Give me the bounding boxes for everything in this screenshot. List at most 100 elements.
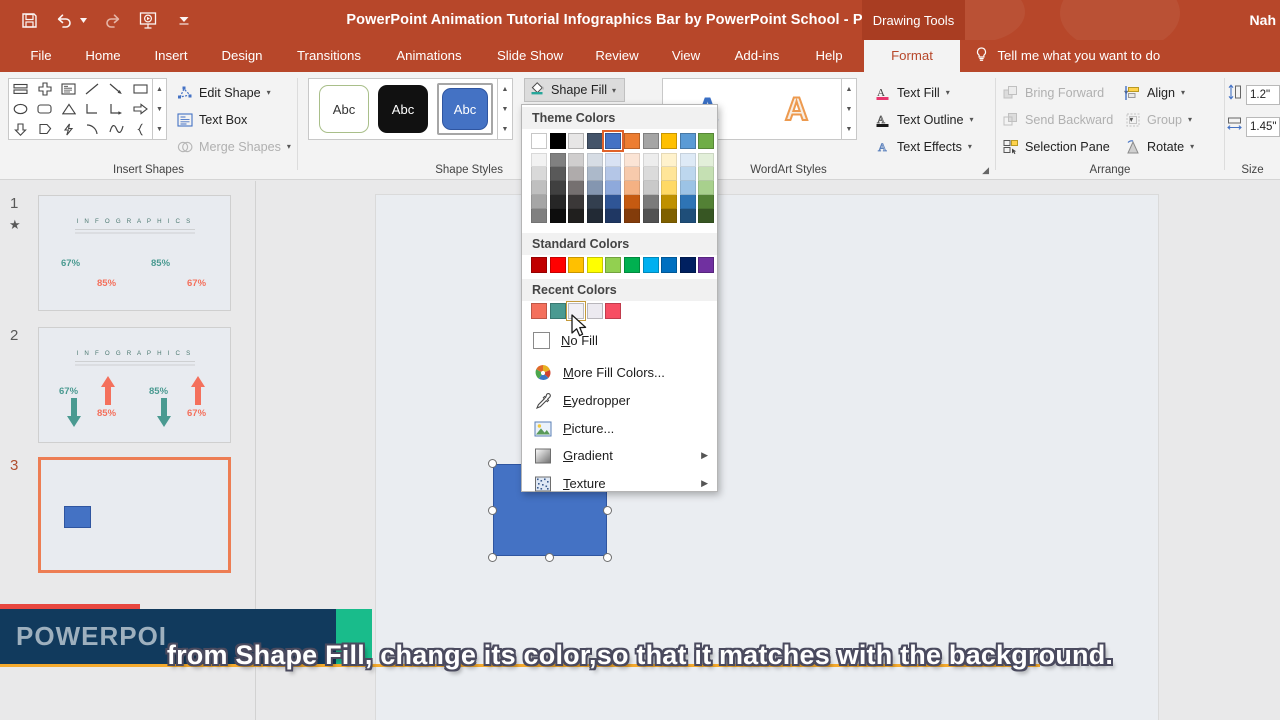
styles-more-icon[interactable]: ▼ <box>498 119 512 139</box>
theme-variant-swatch-2-0[interactable] <box>568 153 585 167</box>
theme-color-swatch-7[interactable] <box>661 133 678 149</box>
theme-variant-swatch-8-0[interactable] <box>679 153 696 167</box>
edit-shape-caret-icon[interactable]: ▾ <box>267 88 271 97</box>
shape-rectangle-stack-icon[interactable] <box>9 79 33 99</box>
theme-variant-swatch-0-3[interactable] <box>531 195 547 209</box>
wordart-sample-2[interactable]: A <box>784 92 809 126</box>
theme-variant-swatch-5-3[interactable] <box>623 195 640 209</box>
theme-variant-swatch-4-3[interactable] <box>605 195 622 209</box>
tab-format[interactable]: Format <box>864 40 960 72</box>
wordart-gallery-scroll[interactable]: ▲ ▼ ▼ <box>842 78 857 140</box>
standard-color-swatch-2[interactable] <box>568 257 585 273</box>
theme-variant-swatch-3-1[interactable] <box>586 167 603 181</box>
standard-color-swatch-9[interactable] <box>698 257 715 273</box>
gradient-item[interactable]: Gradient ▶ <box>522 442 717 469</box>
shape-height-input[interactable]: 1.2" <box>1246 84 1280 105</box>
standard-color-swatch-1[interactable] <box>549 257 566 273</box>
theme-variant-swatch-4-0[interactable] <box>605 153 622 167</box>
align-caret-icon[interactable]: ▾ <box>1181 88 1185 97</box>
theme-variant-swatch-9-4[interactable] <box>698 209 715 223</box>
edit-shape-button[interactable]: Edit Shape ▾ <box>176 84 271 101</box>
theme-variant-swatch-1-2[interactable] <box>549 181 566 195</box>
wordart-scroll-up-icon[interactable]: ▲ <box>842 79 856 99</box>
tab-animations[interactable]: Animations <box>382 40 476 72</box>
theme-color-swatch-1[interactable] <box>549 133 566 149</box>
recent-color-swatch-0[interactable] <box>531 303 547 319</box>
recent-color-swatch-1[interactable] <box>549 303 566 319</box>
tab-add-ins[interactable]: Add-ins <box>722 40 792 72</box>
slide-thumbnail-1[interactable]: I N F O G R A P H I C S 67% 85% 85% 67% <box>38 195 231 311</box>
shape-right-arrow-icon[interactable] <box>128 99 152 119</box>
tab-file[interactable]: File <box>18 40 64 72</box>
theme-variant-swatch-5-2[interactable] <box>623 181 640 195</box>
theme-variant-swatch-8-3[interactable] <box>679 195 696 209</box>
shape-pentagon-icon[interactable] <box>33 119 57 139</box>
theme-variant-swatch-0-0[interactable] <box>531 153 547 167</box>
theme-colors-variant-grid[interactable] <box>531 153 715 223</box>
shape-rectangle-icon[interactable] <box>128 79 152 99</box>
eyedropper-item[interactable]: Eyedropper <box>522 387 717 414</box>
tab-insert[interactable]: Insert <box>142 40 200 72</box>
shape-width-input[interactable]: 1.45" <box>1246 116 1280 137</box>
shape-arc-icon[interactable] <box>81 119 105 139</box>
user-account-name[interactable]: Nah <box>1250 0 1276 40</box>
gradient-submenu-arrow-icon[interactable]: ▶ <box>701 450 708 461</box>
standard-color-swatch-4[interactable] <box>605 257 622 273</box>
theme-variant-swatch-1-1[interactable] <box>549 167 566 181</box>
theme-variant-swatch-0-2[interactable] <box>531 181 547 195</box>
slide-thumbnail-2[interactable]: I N F O G R A P H I C S 67% 85% 85% 67% <box>38 327 231 443</box>
standard-color-swatch-6[interactable] <box>642 257 659 273</box>
theme-variant-swatch-2-4[interactable] <box>568 209 585 223</box>
theme-variant-swatch-1-4[interactable] <box>549 209 566 223</box>
tab-help[interactable]: Help <box>800 40 858 72</box>
standard-color-swatch-8[interactable] <box>679 257 696 273</box>
styles-scroll-down-icon[interactable]: ▼ <box>498 99 512 119</box>
theme-variant-swatch-8-4[interactable] <box>679 209 696 223</box>
shape-style-preset-1[interactable]: Abc <box>319 85 369 133</box>
theme-variant-swatch-1-3[interactable] <box>549 195 566 209</box>
shape-line-arrow-icon[interactable] <box>104 79 128 99</box>
theme-variant-swatch-4-4[interactable] <box>605 209 622 223</box>
tab-transitions[interactable]: Transitions <box>284 40 374 72</box>
shape-down-arrow-icon[interactable] <box>9 119 33 139</box>
text-fill-caret-icon[interactable]: ▾ <box>946 88 950 97</box>
theme-variant-swatch-6-4[interactable] <box>642 209 659 223</box>
theme-variant-swatch-3-0[interactable] <box>586 153 603 167</box>
theme-color-swatch-2[interactable] <box>568 133 585 149</box>
shapes-gallery-scroll[interactable]: ▲ ▼ ▼ <box>153 78 167 140</box>
texture-item[interactable]: Texture ▶ <box>522 470 717 497</box>
picture-item[interactable]: Picture... <box>522 415 717 442</box>
theme-variant-swatch-3-4[interactable] <box>586 209 603 223</box>
resize-handle-s[interactable] <box>545 553 554 562</box>
shapes-gallery[interactable] <box>8 78 153 140</box>
shape-fill-caret-icon[interactable]: ▾ <box>612 86 616 95</box>
theme-variant-swatch-2-3[interactable] <box>568 195 585 209</box>
text-box-button[interactable]: Text Box <box>176 111 247 128</box>
standard-color-swatch-5[interactable] <box>623 257 640 273</box>
theme-variant-swatch-6-3[interactable] <box>642 195 659 209</box>
theme-variant-swatch-7-0[interactable] <box>661 153 678 167</box>
shape-triangle-icon[interactable] <box>57 99 81 119</box>
standard-color-swatch-3[interactable] <box>586 257 603 273</box>
theme-variant-swatch-5-0[interactable] <box>623 153 640 167</box>
theme-variant-swatch-7-2[interactable] <box>661 181 678 195</box>
theme-variant-swatch-6-1[interactable] <box>642 167 659 181</box>
more-fill-colors-item[interactable]: More Fill Colors... <box>522 359 717 386</box>
theme-variant-swatch-3-2[interactable] <box>586 181 603 195</box>
theme-variant-swatch-2-1[interactable] <box>568 167 585 181</box>
shape-brace-icon[interactable] <box>128 119 152 139</box>
text-outline-button[interactable]: A Text Outline ▾ <box>874 111 974 128</box>
shape-style-preset-2[interactable]: Abc <box>378 85 428 133</box>
theme-variant-swatch-9-3[interactable] <box>698 195 715 209</box>
text-effects-button[interactable]: A Text Effects ▾ <box>874 138 972 155</box>
slide-thumbnail-3[interactable] <box>38 457 231 573</box>
shape-plus-icon[interactable] <box>33 79 57 99</box>
tab-home[interactable]: Home <box>74 40 132 72</box>
theme-variant-swatch-9-2[interactable] <box>698 181 715 195</box>
resize-handle-sw[interactable] <box>488 553 497 562</box>
theme-variant-swatch-9-0[interactable] <box>698 153 715 167</box>
align-button[interactable]: Align ▾ <box>1124 84 1185 101</box>
theme-variant-swatch-3-3[interactable] <box>586 195 603 209</box>
shape-oval-icon[interactable] <box>9 99 33 119</box>
rotate-caret-icon[interactable]: ▾ <box>1190 142 1194 151</box>
